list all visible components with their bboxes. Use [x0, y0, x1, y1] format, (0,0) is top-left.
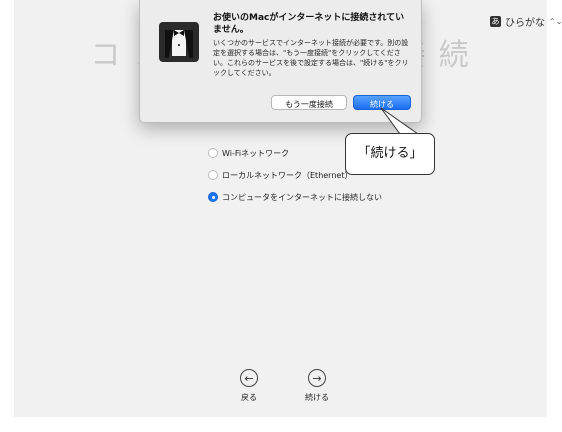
continue-nav[interactable]: → 続ける — [305, 369, 329, 403]
continue-arrow-icon[interactable]: → — [308, 369, 326, 387]
no-connection-radio[interactable] — [208, 192, 218, 202]
ethernet-label: ローカルネットワーク（Ethernet） — [222, 170, 353, 180]
annotation-callout: 「続ける」 — [345, 133, 435, 175]
option-no-connection[interactable]: コンピュータをインターネットに接続しない — [208, 187, 382, 207]
continue-label: 続ける — [305, 393, 329, 402]
input-method-indicator[interactable]: あ ひらがな ⌃⌄ — [490, 14, 562, 29]
back-arrow-icon[interactable]: ← — [240, 369, 258, 387]
no-internet-dialog: お使いのMacがインターネットに接続されていません。 いくつかのサービスでインタ… — [139, 0, 422, 123]
chevron-updown-icon: ⌃⌄ — [549, 17, 562, 26]
dialog-title: お使いのMacがインターネットに接続されていません。 — [213, 13, 405, 35]
dialog-message: いくつかのサービスでインターネット接続が必要です。別の設定を選択する場合は、"も… — [213, 39, 409, 77]
ime-label: ひらがな — [505, 18, 545, 29]
retry-button[interactable]: もう一度接続 — [271, 95, 347, 110]
wifi-radio[interactable] — [208, 148, 218, 158]
back-nav[interactable]: ← 戻る — [240, 369, 258, 403]
back-label: 戻る — [241, 393, 257, 402]
no-connection-label: コンピュータをインターネットに接続しない — [222, 192, 382, 202]
ime-badge: あ — [490, 16, 501, 27]
ethernet-radio[interactable] — [208, 170, 218, 180]
wifi-label: Wi-Fiネットワーク — [222, 148, 290, 158]
butler-tuxedo-icon — [159, 22, 199, 62]
